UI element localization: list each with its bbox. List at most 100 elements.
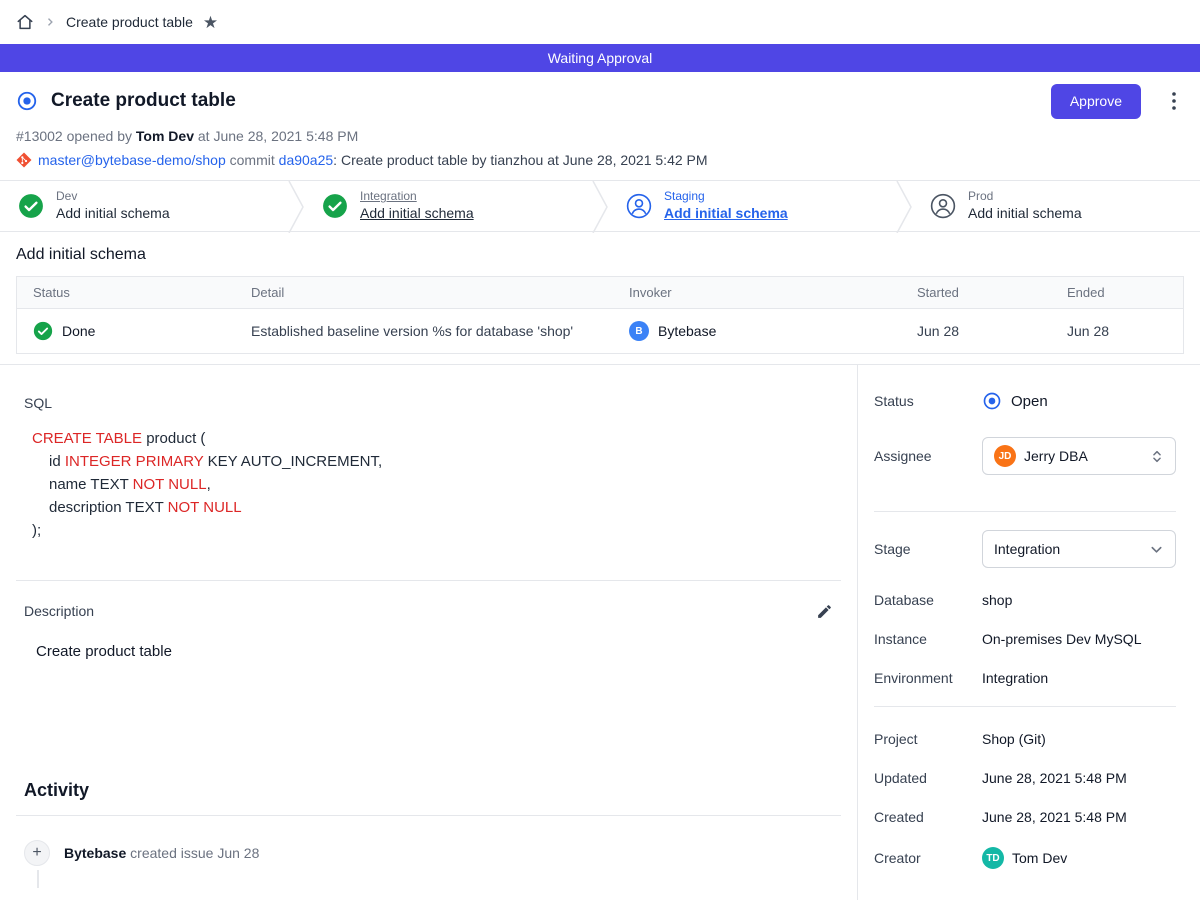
stage-env-label: Prod	[968, 190, 1082, 203]
table-row: Done Established baseline version %s for…	[17, 309, 1183, 354]
assignee-select[interactable]: JD Jerry DBA	[982, 437, 1176, 475]
stage-integration[interactable]: IntegrationAdd initial schema	[304, 181, 592, 231]
activity-actor: Bytebase	[64, 845, 126, 861]
stage-task-label: Add initial schema	[56, 205, 170, 222]
column-header-ended: Ended	[1051, 277, 1183, 309]
issue-id: #13002	[16, 128, 63, 144]
plus-icon[interactable]: +	[24, 840, 50, 866]
issue-title: Create product table	[51, 90, 236, 112]
approve-button[interactable]: Approve	[1051, 84, 1141, 119]
chevron-right-icon	[44, 16, 56, 28]
timeline-line	[37, 870, 39, 888]
commit-repo-link[interactable]: master@bytebase-demo/shop	[38, 152, 226, 168]
divider	[874, 706, 1176, 707]
created-value: June 28, 2021 5:48 PM	[982, 809, 1127, 825]
environment-label: Environment	[874, 670, 982, 686]
project-label: Project	[874, 731, 982, 747]
column-header-started: Started	[901, 277, 1051, 309]
stage-dev[interactable]: Dev Add initial schema	[0, 181, 288, 231]
sql-line: CREATE TABLE product (	[32, 427, 841, 450]
divider	[874, 511, 1176, 512]
status-row: Status Open	[874, 391, 1176, 411]
stage-separator	[288, 181, 304, 233]
stage-label: Stage	[874, 541, 982, 557]
activity-action: created issue	[130, 845, 213, 861]
issue-header: Create product table Approve #13002 open…	[0, 72, 1200, 180]
activity-date: Jun 28	[217, 845, 259, 861]
check-circle-icon	[322, 193, 348, 219]
created-label: Created	[874, 809, 982, 825]
database-value: shop	[982, 592, 1012, 608]
assignee-row: Assignee JD Jerry DBA	[874, 437, 1176, 475]
column-header-status: Status	[17, 277, 235, 309]
stage-task-label: Add initial schema	[360, 205, 474, 222]
task-invoker-cell: B Bytebase	[629, 321, 885, 341]
sql-line: name TEXT NOT NULL,	[32, 473, 841, 496]
up-down-chevron-icon	[1150, 449, 1164, 464]
assignee-label: Assignee	[874, 448, 982, 464]
bytebase-avatar: B	[629, 321, 649, 341]
check-circle-icon	[18, 193, 44, 219]
task-ended-cell: Jun 28	[1051, 309, 1183, 354]
stage-select[interactable]: Integration	[982, 530, 1176, 568]
sql-line: );	[32, 519, 841, 542]
commit-hash-link[interactable]: da90a25	[279, 152, 334, 168]
content-split: SQL CREATE TABLE product ( id INTEGER PR…	[0, 364, 1200, 900]
stage-env-label: Staging	[664, 190, 788, 203]
home-icon[interactable]	[16, 13, 34, 31]
instance-value: On-premises Dev MySQL	[982, 631, 1141, 647]
creator-avatar: TD	[982, 847, 1004, 869]
breadcrumb-current[interactable]: Create product table	[66, 14, 193, 30]
favorite-star-icon[interactable]: ★	[203, 14, 218, 31]
sql-line: description TEXT NOT NULL	[32, 496, 841, 519]
task-table: Status Detail Invoker Started Ended	[16, 276, 1184, 354]
sql-line: id INTEGER PRIMARY KEY AUTO_INCREMENT,	[32, 450, 841, 473]
task-detail-cell: Established baseline version %s for data…	[235, 309, 613, 354]
commit-line: master@bytebase-demo/shop commit da90a25…	[16, 152, 1176, 168]
description-label: Description	[24, 603, 94, 619]
environment-value: Integration	[982, 670, 1048, 686]
user-circle-icon	[626, 193, 652, 219]
bytebase-issue-page: Create product table ★ Waiting Approval …	[0, 0, 1200, 900]
creator-label: Creator	[874, 850, 982, 866]
task-title: Add initial schema	[16, 246, 1184, 264]
sql-code-block: CREATE TABLE product ( id INTEGER PRIMAR…	[32, 427, 841, 542]
approval-banner-text: Waiting Approval	[548, 50, 653, 66]
project-value: Shop (Git)	[982, 731, 1046, 747]
breadcrumb: Create product table ★	[0, 0, 1200, 44]
assignee-avatar: JD	[994, 445, 1016, 467]
stage-staging[interactable]: StagingAdd initial schema	[608, 181, 896, 231]
issue-author: Tom Dev	[136, 128, 194, 144]
status-value: Open	[982, 391, 1048, 411]
approval-banner: Waiting Approval	[0, 44, 1200, 72]
updated-value: June 28, 2021 5:48 PM	[982, 770, 1127, 786]
stage-env-label: Dev	[56, 190, 170, 203]
issue-opened-at: June 28, 2021 5:48 PM	[213, 128, 358, 144]
activity-item: + Bytebase created issue Jun 28	[24, 840, 841, 866]
updated-row: Updated June 28, 2021 5:48 PM	[874, 770, 1176, 786]
task-started-cell: Jun 28	[901, 309, 1051, 354]
issue-meta: #13002 opened by Tom Dev at June 28, 202…	[16, 128, 1176, 144]
updated-label: Updated	[874, 770, 982, 786]
edit-pencil-icon[interactable]	[816, 603, 833, 620]
activity-title: Activity	[24, 780, 841, 801]
stage-select-value: Integration	[994, 541, 1060, 557]
created-row: Created June 28, 2021 5:48 PM	[874, 809, 1176, 825]
stage-separator	[592, 181, 608, 233]
description-header: Description	[16, 601, 841, 621]
divider	[16, 580, 841, 581]
issue-sidebar: Status Open Assignee JD Jerry DBA	[857, 365, 1200, 900]
issue-status-open-icon	[16, 90, 38, 112]
more-actions-icon[interactable]	[1172, 92, 1176, 110]
check-circle-icon	[33, 321, 53, 341]
assignee-name: Jerry DBA	[1024, 448, 1088, 464]
main-column: SQL CREATE TABLE product ( id INTEGER PR…	[0, 365, 857, 900]
table-header-row: Status Detail Invoker Started Ended	[17, 277, 1183, 309]
stage-prod[interactable]: Prod Add initial schema	[912, 181, 1200, 231]
creator-value: TD Tom Dev	[982, 847, 1067, 869]
stage-row: Stage Integration	[874, 530, 1176, 568]
open-radio-icon	[982, 391, 1002, 411]
database-label: Database	[874, 592, 982, 608]
stage-separator	[896, 181, 912, 233]
stage-task-label: Add initial schema	[968, 205, 1082, 222]
